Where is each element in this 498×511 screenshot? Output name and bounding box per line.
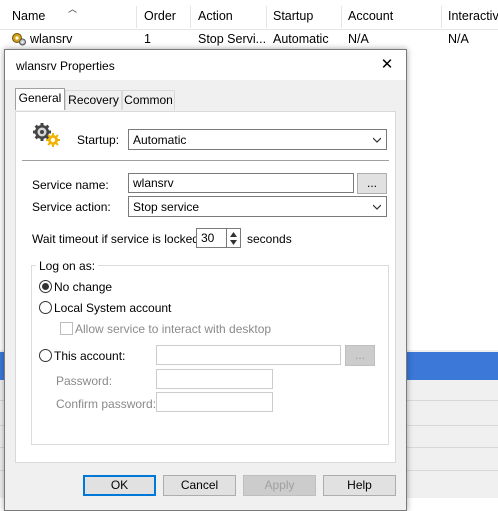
tab-recovery[interactable]: Recovery bbox=[65, 90, 122, 110]
column-separator[interactable] bbox=[341, 6, 342, 28]
column-header-order[interactable]: Order bbox=[144, 9, 176, 23]
column-header-startup[interactable]: Startup bbox=[273, 9, 313, 23]
column-header-account[interactable]: Account bbox=[348, 9, 393, 23]
service-action-select[interactable]: Stop service bbox=[128, 196, 387, 217]
column-separator[interactable] bbox=[266, 6, 267, 28]
row-action: Stop Servi... bbox=[198, 32, 267, 46]
interact-desktop-label: Allow service to interact with desktop bbox=[75, 322, 272, 336]
radio-no-change[interactable] bbox=[39, 280, 52, 293]
service-action-label: Service action: bbox=[32, 200, 111, 214]
confirm-password-input[interactable] bbox=[156, 392, 273, 412]
column-separator[interactable] bbox=[136, 6, 137, 28]
radio-this-account-label[interactable]: This account: bbox=[54, 349, 125, 363]
tab-common[interactable]: Common bbox=[122, 90, 175, 110]
wait-timeout-spinner[interactable] bbox=[226, 228, 241, 248]
apply-button[interactable]: Apply bbox=[243, 475, 316, 496]
column-header-name[interactable]: Name bbox=[12, 9, 45, 23]
sort-ascending-icon: ︿ bbox=[68, 4, 78, 14]
browse-service-button[interactable]: ... bbox=[357, 173, 387, 194]
column-separator[interactable] bbox=[190, 6, 191, 28]
browse-account-button[interactable]: ... bbox=[345, 345, 375, 366]
row-name: wlansrv bbox=[30, 32, 73, 46]
close-icon[interactable]: ✕ bbox=[376, 54, 398, 76]
service-gear-icon bbox=[12, 33, 26, 46]
wait-timeout-input[interactable]: 30 bbox=[196, 228, 227, 248]
cancel-button[interactable]: Cancel bbox=[163, 475, 236, 496]
dialog-titlebar[interactable]: wlansrv Properties ✕ bbox=[5, 50, 406, 80]
radio-this-account[interactable] bbox=[39, 349, 52, 362]
service-name-label: Service name: bbox=[32, 178, 109, 192]
startup-select-value: Automatic bbox=[133, 133, 187, 147]
separator bbox=[22, 160, 389, 161]
chevron-down-icon bbox=[373, 137, 381, 143]
logon-group-label: Log on as: bbox=[36, 259, 99, 273]
ok-button[interactable]: OK bbox=[83, 475, 156, 496]
services-gears-icon bbox=[33, 123, 60, 147]
row-startup: Automatic bbox=[273, 32, 329, 46]
tab-general[interactable]: General bbox=[15, 88, 65, 110]
spin-up-icon[interactable] bbox=[230, 232, 237, 237]
startup-select[interactable]: Automatic bbox=[128, 129, 387, 150]
radio-local-system-label[interactable]: Local System account bbox=[54, 301, 171, 315]
help-button[interactable]: Help bbox=[323, 475, 396, 496]
password-label: Password: bbox=[56, 374, 113, 388]
spin-down-icon[interactable] bbox=[230, 240, 237, 245]
chevron-down-icon bbox=[373, 204, 381, 210]
row-interactive: N/A bbox=[448, 32, 469, 46]
column-separator[interactable] bbox=[441, 6, 442, 28]
wait-timeout-label: Wait timeout if service is locked: bbox=[32, 232, 203, 246]
confirm-password-label: Confirm password: bbox=[56, 397, 157, 411]
interact-desktop-checkbox[interactable] bbox=[60, 322, 73, 335]
password-input[interactable] bbox=[156, 369, 273, 389]
table-row[interactable]: wlansrv 1 Stop Servi... Automatic N/A N/… bbox=[0, 29, 498, 49]
properties-dialog: wlansrv Properties ✕ General Recovery Co… bbox=[4, 49, 407, 511]
dialog-title: wlansrv Properties bbox=[16, 59, 115, 73]
row-order: 1 bbox=[144, 32, 151, 46]
list-header: Name ︿ Order Action Startup Account Inte… bbox=[0, 0, 498, 30]
general-tab-panel: Startup: Automatic Service name: wlansrv… bbox=[15, 111, 396, 463]
service-name-input[interactable]: wlansrv bbox=[128, 173, 354, 193]
row-account: N/A bbox=[348, 32, 369, 46]
wait-timeout-unit: seconds bbox=[247, 232, 292, 246]
service-action-select-value: Stop service bbox=[133, 200, 200, 214]
radio-no-change-label[interactable]: No change bbox=[54, 280, 112, 294]
radio-local-system[interactable] bbox=[39, 301, 52, 314]
column-header-action[interactable]: Action bbox=[198, 9, 233, 23]
column-header-interactive[interactable]: Interactiv bbox=[448, 9, 498, 23]
startup-label: Startup: bbox=[77, 133, 120, 147]
account-input[interactable] bbox=[156, 345, 341, 365]
